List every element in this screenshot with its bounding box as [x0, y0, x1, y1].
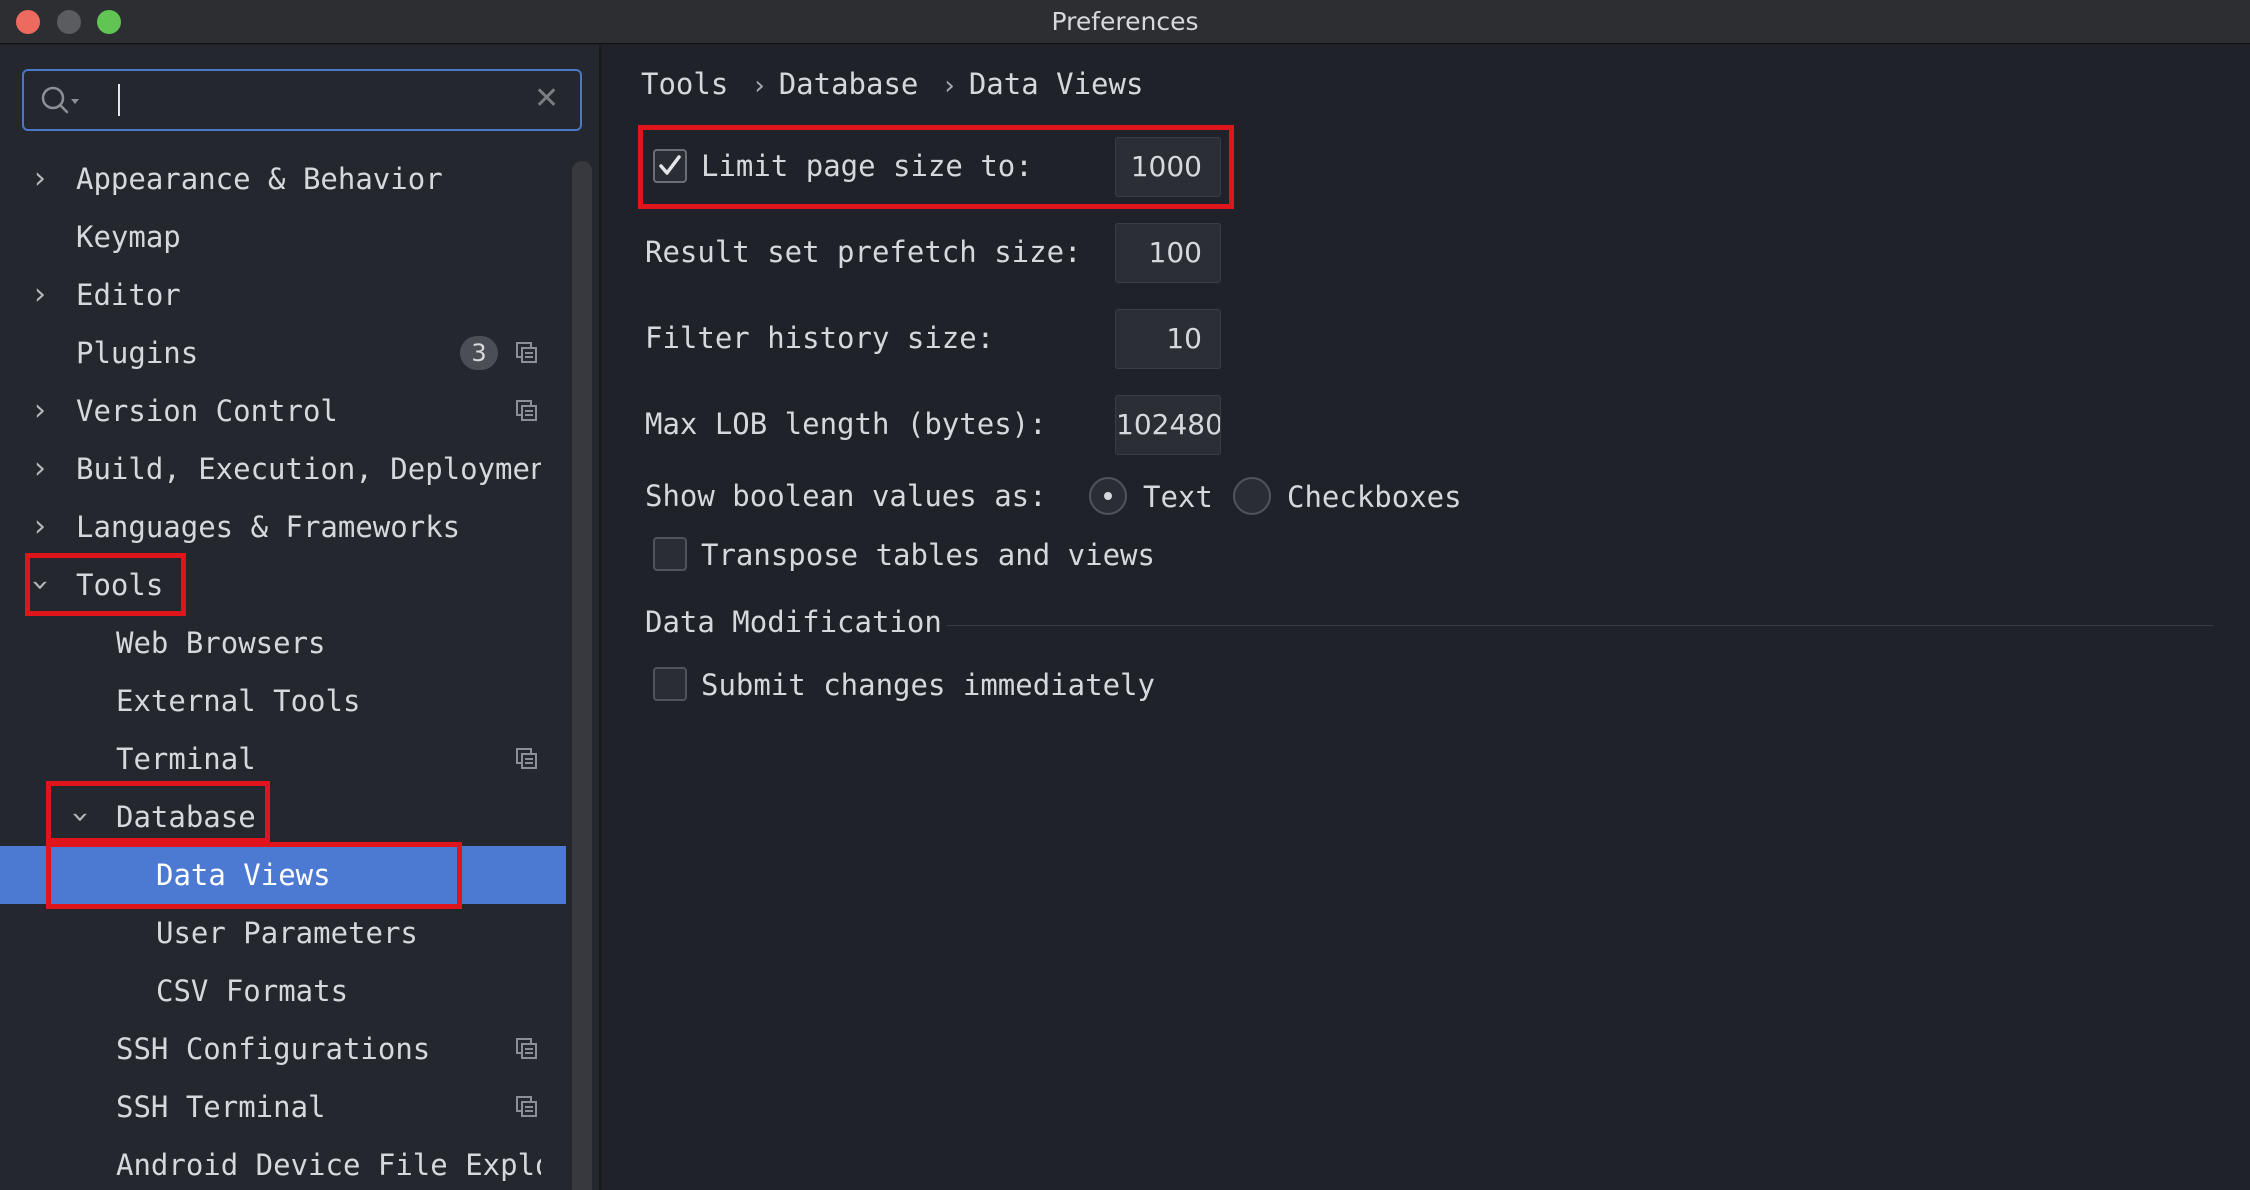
- sidebar-item-csv-formats[interactable]: CSV Formats: [0, 962, 568, 1020]
- max-lob-input[interactable]: 1024800: [1115, 395, 1221, 455]
- settings-sidebar: ✕ › Appearance & Behavior Keymap › Edito…: [0, 45, 601, 1190]
- project-settings-icon: [516, 1038, 537, 1059]
- clear-search-icon[interactable]: ✕: [534, 81, 559, 117]
- data-modification-heading: Data Modification: [645, 605, 942, 639]
- breadcrumb-separator: ›: [944, 71, 955, 101]
- prefetch-size-label: Result set prefetch size:: [645, 235, 1082, 269]
- chevron-right-icon[interactable]: ›: [34, 150, 46, 208]
- sidebar-item-version-control[interactable]: › Version Control: [0, 382, 568, 440]
- breadcrumb-separator: ›: [754, 71, 765, 101]
- limit-page-size-label: Limit page size to:: [701, 149, 1033, 183]
- chevron-right-icon[interactable]: ›: [34, 440, 46, 498]
- breadcrumb-item-database[interactable]: Database: [779, 57, 919, 111]
- boolean-text-label[interactable]: Text: [1143, 477, 1213, 517]
- sidebar-item-android-device-file-explorer[interactable]: Android Device File Explorer: [0, 1136, 568, 1190]
- submit-immediately-label: Submit changes immediately: [701, 668, 1155, 702]
- sidebar-item-user-parameters[interactable]: User Parameters: [0, 904, 568, 962]
- sidebar-item-ssh-terminal[interactable]: SSH Terminal: [0, 1078, 568, 1136]
- filter-history-label: Filter history size:: [645, 321, 995, 355]
- section-divider: [947, 625, 2213, 626]
- max-lob-label: Max LOB length (bytes):: [645, 407, 1047, 441]
- boolean-checkboxes-label[interactable]: Checkboxes: [1287, 477, 1462, 517]
- prefetch-size-input[interactable]: 100: [1115, 223, 1221, 283]
- filter-history-input[interactable]: 10: [1115, 309, 1221, 369]
- sidebar-item-keymap[interactable]: Keymap: [0, 208, 568, 266]
- boolean-text-radio[interactable]: [1089, 477, 1127, 515]
- text-cursor: [118, 84, 120, 116]
- sidebar-item-terminal[interactable]: Terminal: [0, 730, 568, 788]
- breadcrumb-item-tools[interactable]: Tools: [641, 57, 728, 111]
- project-settings-icon: [516, 748, 537, 769]
- sidebar-item-editor[interactable]: › Editor: [0, 266, 568, 324]
- project-settings-icon: [516, 400, 537, 421]
- search-field[interactable]: ✕: [22, 69, 582, 131]
- title-bar: Preferences: [0, 0, 2250, 44]
- chevron-right-icon[interactable]: ›: [34, 382, 46, 440]
- window-title: Preferences: [1051, 7, 1199, 36]
- sidebar-item-languages-frameworks[interactable]: › Languages & Frameworks: [0, 498, 568, 556]
- chevron-right-icon[interactable]: ›: [34, 266, 46, 324]
- sidebar-item-plugins[interactable]: Plugins 3: [0, 324, 568, 382]
- chevron-down-icon[interactable]: ›: [51, 811, 109, 823]
- boolean-checkboxes-radio[interactable]: [1233, 477, 1271, 515]
- sidebar-item-external-tools[interactable]: External Tools: [0, 672, 568, 730]
- submit-immediately-checkbox[interactable]: [653, 667, 687, 701]
- sidebar-item-appearance-behavior[interactable]: › Appearance & Behavior: [0, 150, 568, 208]
- project-settings-icon: [516, 342, 537, 363]
- checkmark-icon: [659, 155, 681, 175]
- limit-page-size-input[interactable]: 1000: [1115, 137, 1221, 197]
- sidebar-scrollbar[interactable]: [572, 161, 592, 1190]
- sidebar-item-data-views[interactable]: Data Views: [0, 846, 566, 904]
- chevron-right-icon[interactable]: ›: [34, 498, 46, 556]
- boolean-values-label: Show boolean values as:: [645, 479, 1047, 513]
- transpose-checkbox[interactable]: [653, 537, 687, 571]
- limit-page-size-checkbox[interactable]: [653, 149, 687, 183]
- transpose-label: Transpose tables and views: [701, 538, 1155, 572]
- breadcrumb: Tools › Database › Data Views: [641, 57, 1143, 113]
- project-settings-icon: [516, 1096, 537, 1117]
- radio-selected-dot: [1104, 492, 1112, 500]
- settings-content: Tools › Database › Data Views Limit page siz…: [603, 45, 2250, 1190]
- sidebar-item-tools[interactable]: › Tools: [0, 556, 568, 614]
- chevron-down-icon[interactable]: ›: [11, 579, 69, 591]
- breadcrumb-item-data-views: Data Views: [968, 67, 1144, 101]
- sidebar-item-web-browsers[interactable]: Web Browsers: [0, 614, 568, 672]
- plugins-update-badge: 3: [460, 336, 498, 370]
- search-icon[interactable]: [40, 85, 82, 121]
- sidebar-item-build-execution-deployment[interactable]: › Build, Execution, Deployment: [0, 440, 568, 498]
- sidebar-item-ssh-configurations[interactable]: SSH Configurations: [0, 1020, 568, 1078]
- sidebar-item-database[interactable]: › Database: [0, 788, 568, 846]
